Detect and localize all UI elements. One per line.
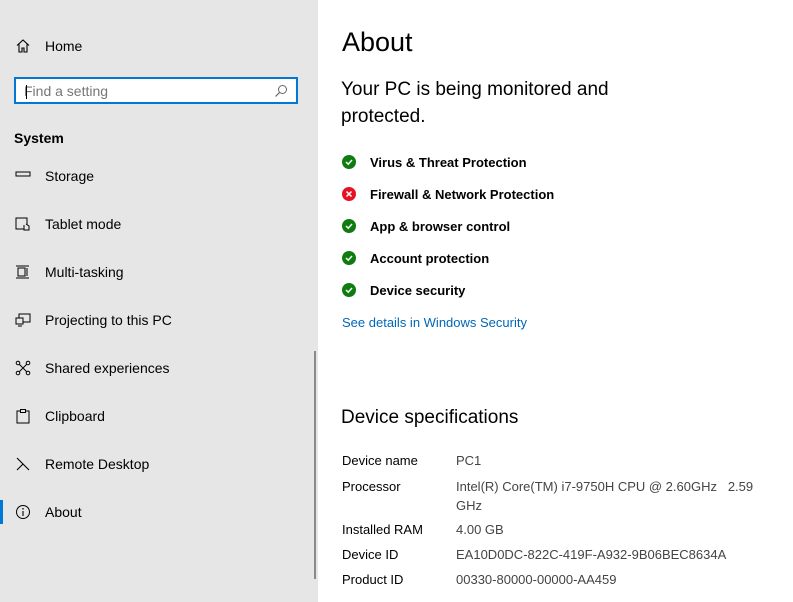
protection-item-virus: Virus & Threat Protection [342, 146, 554, 178]
spec-value: EA10D0DC-822C-419F-A932-9B06BEC8634A [456, 547, 727, 562]
multitasking-icon [14, 263, 32, 281]
sidebar-scrollbar[interactable] [314, 351, 316, 579]
spec-row-device-id: Device ID EA10D0DC-822C-419F-A932-9B06BE… [342, 545, 766, 564]
section-heading-system: System [14, 130, 64, 146]
protection-label: Account protection [370, 250, 490, 266]
protection-status: Your PC is being monitored and protected… [341, 79, 609, 127]
check-icon [342, 251, 356, 265]
sidebar-item-storage[interactable]: Storage [0, 156, 318, 196]
protection-list: Virus & Threat Protection Firewall & Net… [342, 146, 554, 306]
windows-security-link[interactable]: See details in Windows Security [342, 315, 527, 330]
remote-desktop-icon [14, 455, 32, 473]
spec-value: 4.00 GB [456, 522, 504, 537]
sidebar-item-label: Remote Desktop [45, 456, 150, 472]
nav-home[interactable]: Home [14, 36, 82, 56]
text-caret [26, 85, 27, 99]
protection-label: Firewall & Network Protection [370, 186, 555, 202]
spec-value: PC1 [456, 453, 482, 468]
nav-home-label: Home [45, 38, 83, 54]
shared-experiences-icon [14, 359, 32, 377]
spec-row-ram: Installed RAM 4.00 GB [342, 520, 766, 539]
sidebar-item-label: Clipboard [45, 408, 105, 424]
sidebar-item-label: Multi-tasking [45, 264, 124, 280]
spec-key: Device name [342, 453, 418, 468]
search-box[interactable] [14, 77, 298, 104]
sidebar-item-remote-desktop[interactable]: Remote Desktop [0, 444, 318, 484]
spec-value: 00330-80000-00000-AA459 [456, 572, 617, 587]
sidebar-item-label: About [45, 504, 82, 520]
tablet-mode-icon [14, 215, 32, 233]
sidebar: Home System Storage Tablet mode Multi-ta… [0, 0, 318, 602]
clipboard-icon [14, 407, 32, 425]
check-icon [342, 283, 356, 297]
check-icon [342, 219, 356, 233]
protection-item-app-browser: App & browser control [342, 210, 554, 242]
spec-row-processor: Processor Intel(R) Core(TM) i7-9750H CPU… [342, 477, 766, 515]
protection-label: Virus & Threat Protection [370, 154, 527, 170]
protection-label: Device security [370, 282, 466, 298]
page-title: About [342, 27, 413, 57]
sidebar-item-tablet-mode[interactable]: Tablet mode [0, 204, 318, 244]
specs-heading: Device specifications [341, 407, 519, 428]
home-icon [14, 37, 32, 55]
spec-row-product-id: Product ID 00330-80000-00000-AA459 [342, 570, 766, 589]
sidebar-item-clipboard[interactable]: Clipboard [0, 396, 318, 436]
spec-row-device-name: Device name PC1 [342, 451, 766, 470]
check-icon [342, 155, 356, 169]
protection-item-firewall: Firewall & Network Protection [342, 178, 554, 210]
spec-key: Installed RAM [342, 522, 423, 537]
info-icon [14, 503, 32, 521]
sidebar-item-shared-experiences[interactable]: Shared experiences [0, 348, 318, 388]
sidebar-item-label: Tablet mode [45, 216, 122, 232]
sidebar-item-label: Shared experiences [45, 360, 170, 376]
sidebar-item-projecting[interactable]: Projecting to this PC [0, 300, 318, 340]
projecting-icon [14, 311, 32, 329]
search-icon[interactable] [274, 84, 288, 103]
sidebar-item-label: Storage [45, 168, 95, 184]
protection-item-account: Account protection [342, 242, 554, 274]
sidebar-item-about[interactable]: About [0, 492, 318, 532]
sidebar-item-multitasking[interactable]: Multi-tasking [0, 252, 318, 292]
protection-label: App & browser control [370, 218, 511, 234]
spec-value: Intel(R) Core(TM) i7-9750H CPU @ 2.60GHz… [456, 479, 757, 513]
spec-key: Device ID [342, 547, 399, 562]
about-page: About Your PC is being monitored and pro… [318, 0, 793, 602]
sidebar-item-label: Projecting to this PC [45, 312, 172, 328]
storage-icon [14, 167, 32, 185]
search-input[interactable] [16, 81, 266, 100]
spec-key: Product ID [342, 572, 404, 587]
spec-key: Processor [342, 479, 401, 494]
error-icon [342, 187, 356, 201]
protection-item-device-security: Device security [342, 274, 554, 306]
